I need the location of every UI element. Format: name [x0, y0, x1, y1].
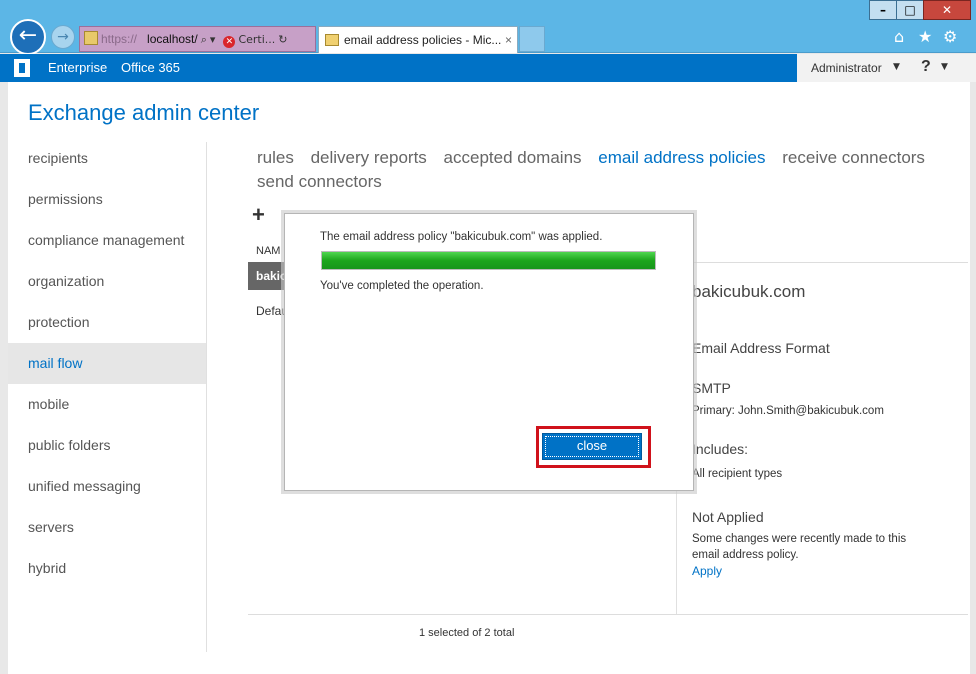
refresh-icon[interactable]: ↻ — [278, 33, 287, 46]
list-toolbar: + — [252, 202, 273, 228]
includes-value: All recipient types — [692, 468, 783, 480]
left-navigation: recipients permissions compliance manage… — [8, 138, 206, 589]
not-applied-text: Some changes were recently made to this … — [692, 533, 907, 561]
subnav-tabs: rules delivery reports accepted domains … — [257, 146, 957, 194]
office365-link[interactable]: Office 365 — [121, 60, 180, 75]
progress-fill — [322, 252, 655, 269]
nav-divider — [206, 142, 207, 652]
browser-tab-active[interactable]: email address policies - Mic... × — [318, 26, 518, 53]
user-area: Administrator ▼ ? ▼ — [797, 54, 976, 82]
tab-title: email address policies - Mic... — [344, 33, 502, 47]
close-button[interactable]: close — [542, 433, 642, 460]
add-icon[interactable]: + — [252, 202, 265, 227]
favorites-star-icon[interactable]: ★ — [918, 27, 932, 46]
enterprise-link[interactable]: Enterprise — [48, 60, 107, 75]
sidebar-item-unified-messaging[interactable]: unified messaging — [8, 466, 206, 507]
sidebar-item-public-folders[interactable]: public folders — [8, 425, 206, 466]
progress-dialog: The email address policy "bakicubuk.com"… — [284, 213, 694, 491]
tab-page-icon — [325, 34, 339, 46]
sidebar-item-mail-flow[interactable]: mail flow — [8, 343, 206, 384]
sidebar-item-organization[interactable]: organization — [8, 261, 206, 302]
column-header-name[interactable]: NAM — [256, 245, 280, 257]
dialog-message: The email address policy "bakicubuk.com"… — [320, 231, 603, 243]
tab-close-icon[interactable]: × — [505, 27, 512, 53]
sidebar-item-servers[interactable]: servers — [8, 507, 206, 548]
certificate-error-icon[interactable]: ✕ — [223, 36, 236, 48]
chevron-down-icon[interactable]: ▾ — [210, 33, 216, 46]
tab-send-connectors[interactable]: send connectors — [257, 170, 382, 194]
sidebar-item-permissions[interactable]: permissions — [8, 179, 206, 220]
table-row-selected[interactable]: bakicubuk.com — [248, 262, 288, 290]
address-protocol: https:// — [101, 32, 138, 46]
smtp-heading: SMTP — [692, 380, 731, 396]
back-icon[interactable]: ← — [10, 19, 46, 55]
details-title: bakicubuk.com — [692, 282, 806, 301]
format-heading: Email Address Format — [692, 340, 830, 356]
not-applied-heading: Not Applied — [692, 509, 764, 525]
sidebar-item-hybrid[interactable]: hybrid — [8, 548, 206, 589]
app-title: Exchange admin center — [28, 100, 260, 125]
window-maximize-button[interactable]: □ — [896, 0, 924, 20]
address-host: localhost/ — [147, 32, 198, 46]
search-icon[interactable]: ⌕ — [201, 33, 207, 46]
tab-delivery-reports[interactable]: delivery reports — [311, 146, 427, 170]
sidebar-item-mobile[interactable]: mobile — [8, 384, 206, 425]
forward-icon[interactable]: → — [51, 25, 75, 49]
window-close-button[interactable]: ✕ — [923, 0, 971, 20]
tab-accepted-domains[interactable]: accepted domains — [444, 146, 582, 170]
sidebar-item-compliance-management[interactable]: compliance management — [8, 220, 206, 261]
list-footer-divider — [248, 614, 968, 615]
apply-link[interactable]: Apply — [692, 564, 722, 578]
table-row[interactable]: Default Policy — [256, 304, 286, 318]
window-minimize-button[interactable]: – — [869, 0, 897, 20]
sidebar-item-protection[interactable]: protection — [8, 302, 206, 343]
completion-message: You've completed the operation. — [320, 280, 484, 292]
tab-receive-connectors[interactable]: receive connectors — [782, 146, 925, 170]
address-bar[interactable]: https:// localhost/⌕ ▾ ✕ Certi... ↻ — [79, 26, 316, 52]
home-icon[interactable]: ⌂ — [894, 27, 904, 46]
includes-heading: Includes: — [692, 441, 749, 457]
page-icon — [84, 31, 98, 45]
sidebar-item-recipients[interactable]: recipients — [8, 138, 206, 179]
tab-email-address-policies[interactable]: email address policies — [598, 146, 765, 170]
browser-chrome: ← → https://localhost/⌕ ▾ ✕ Certi... ↻ email… — [0, 0, 976, 55]
user-menu[interactable]: Administrator — [811, 61, 882, 75]
office-logo-icon[interactable] — [14, 59, 30, 77]
selection-status: 1 selected of 2 total — [419, 627, 515, 639]
user-caret-icon[interactable]: ▼ — [893, 62, 900, 72]
gear-icon[interactable]: ⚙ — [943, 27, 957, 46]
certificate-label[interactable]: Certi... — [238, 33, 275, 46]
progress-bar — [321, 251, 656, 270]
office365-bar: Enterprise Office 365 Administrator ▼ ? … — [0, 54, 976, 82]
help-caret-icon[interactable]: ▼ — [941, 62, 948, 72]
primary-address: Primary: John.Smith@bakicubuk.com — [692, 405, 884, 417]
help-icon[interactable]: ? — [921, 58, 931, 76]
tab-rules[interactable]: rules — [257, 146, 294, 170]
new-tab-button[interactable] — [519, 26, 545, 52]
